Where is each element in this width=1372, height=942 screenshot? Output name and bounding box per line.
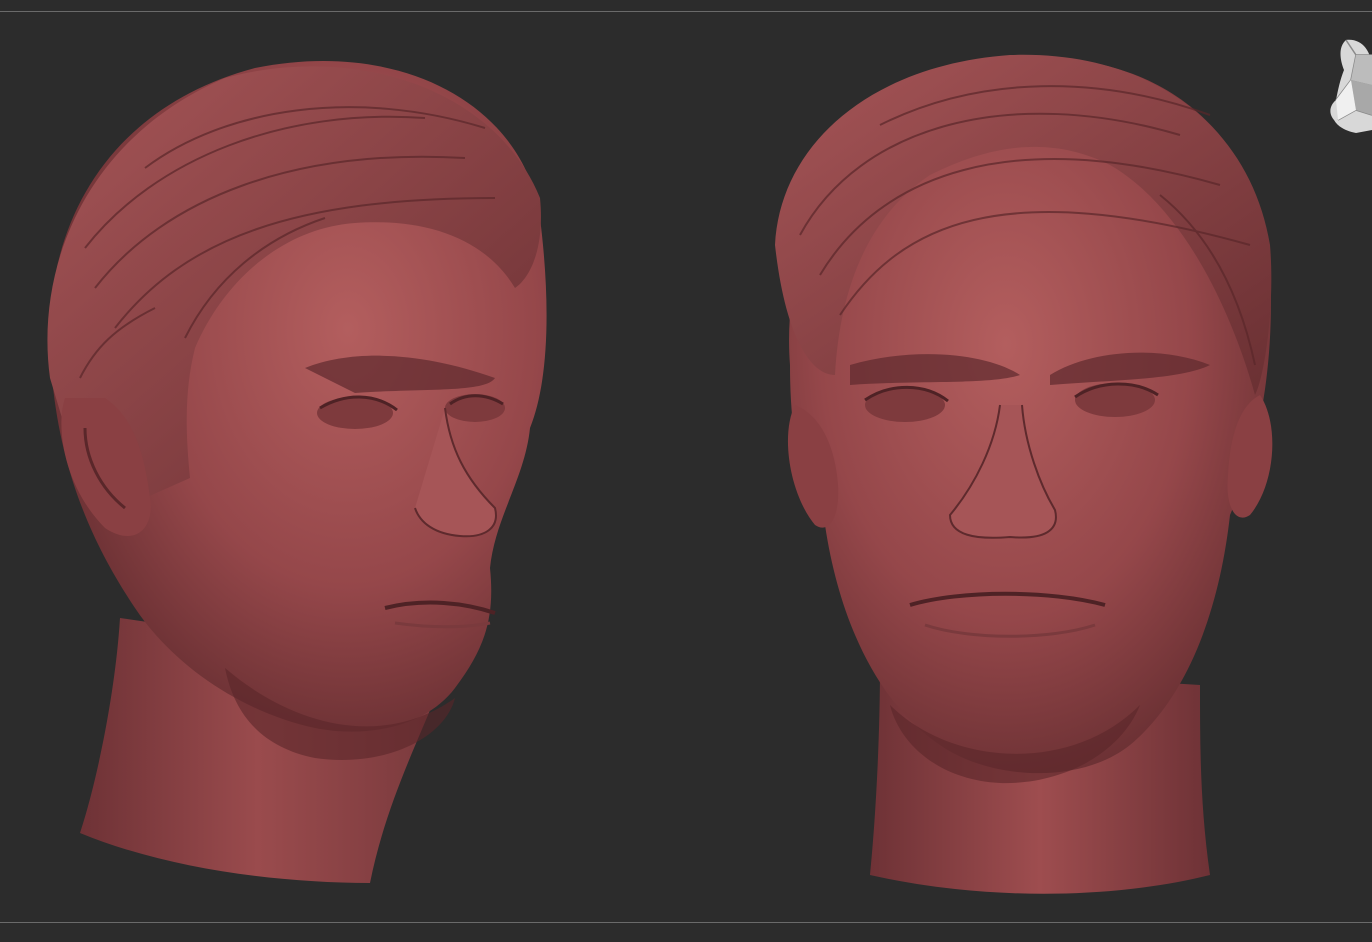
head-sculpt-three-quarter-view[interactable] bbox=[25, 48, 565, 893]
viewport-bottom-border bbox=[0, 922, 1372, 923]
navigation-head-icon[interactable] bbox=[1326, 35, 1372, 135]
viewport-top-border bbox=[0, 11, 1372, 12]
head-sculpt-front-view[interactable] bbox=[760, 45, 1290, 900]
sculpt-viewport[interactable] bbox=[0, 0, 1372, 942]
